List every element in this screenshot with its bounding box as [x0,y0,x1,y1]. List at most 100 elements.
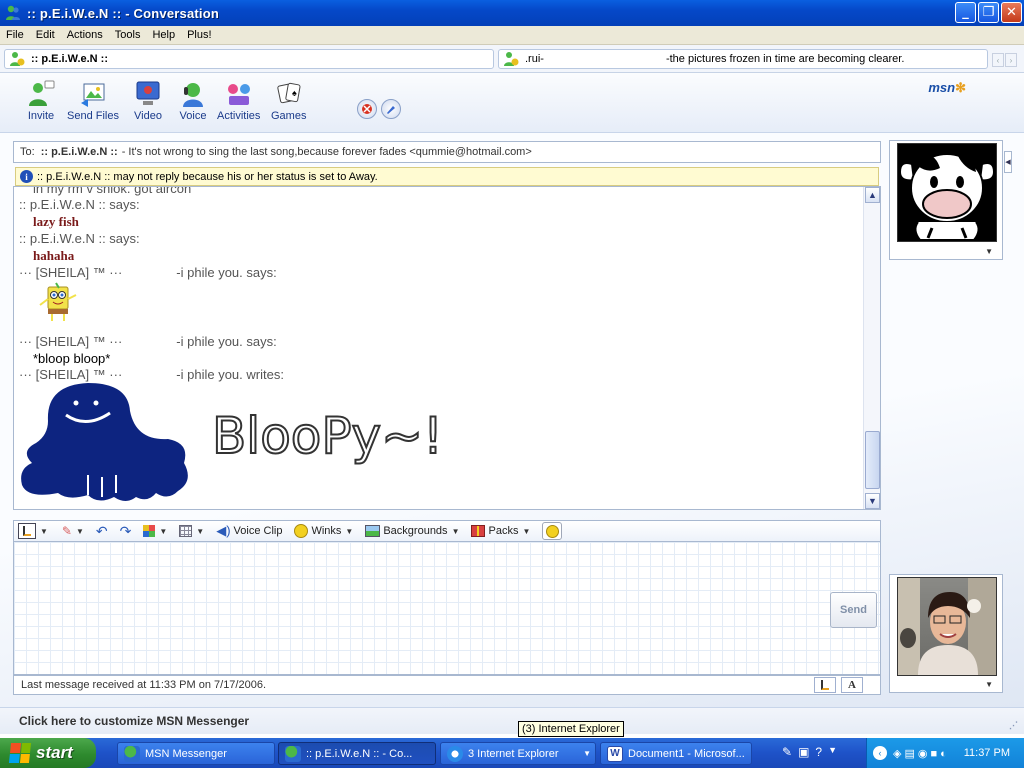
minimize-button[interactable]: _ [955,2,976,23]
video-button[interactable]: Video [133,79,163,122]
emoticon-button[interactable] [542,522,563,540]
tray-expand-icon[interactable]: ‹ [873,746,887,760]
customize-link[interactable]: Click here to customize MSN Messenger [19,714,249,728]
games-button[interactable]: ♠ Games [271,79,306,122]
taskbar: start MSN Messenger :: p.E.i.W.e.N :: - … [0,738,1024,768]
backgrounds-button[interactable]: Backgrounds ▼ [365,525,459,537]
scroll-thumb[interactable] [865,431,880,489]
away-notice: i :: p.E.i.W.e.N :: may not reply becaus… [15,167,879,186]
video-icon [136,81,160,105]
chevron-down-icon[interactable]: ▼ [828,745,837,759]
chat-icon[interactable]: ▣ [798,745,809,759]
taskbar-item-word[interactable]: W Document1 - Microsof... [600,742,752,765]
voice-clip-button[interactable]: ◀) Voice Clip [216,523,282,539]
palette-icon [143,525,156,537]
start-button[interactable]: start [0,738,96,768]
butterfly-icon: ✻ [955,80,966,95]
taskbar-item-internet-explorer[interactable]: 3 Internet Explorer ▼ [440,742,596,765]
maximize-button[interactable]: ❐ [978,2,999,23]
scroll-up-icon[interactable]: ▲ [865,187,880,203]
history-sender: ··· [SHEILA] ™ ··· -i phile you. says: [19,265,277,280]
notice-text: :: p.E.i.W.e.N :: may not reply because … [37,170,378,183]
pen-icon [387,106,395,114]
redo-button[interactable]: ↷ [120,523,132,540]
menu-actions[interactable]: Actions [61,29,109,41]
chevron-down-icon: ▼ [583,749,591,758]
wink-icon [294,524,309,538]
chevron-down-icon[interactable]: ▼ [985,247,993,256]
contacts-scroll-right-icon[interactable]: › [1005,53,1017,67]
send-files-button[interactable]: Send Files [67,79,119,122]
gift-icon [471,525,486,537]
chevron-down-icon: ▼ [451,526,460,536]
to-label: To: [20,146,35,158]
chevron-down-icon: ▼ [196,526,205,536]
speaker-icon: ◀) [216,523,231,538]
handwriting-button[interactable]: ▼ [18,523,48,539]
customize-bar[interactable]: Click here to customize MSN Messenger ⋰ [0,707,1024,734]
menu-tools[interactable]: Tools [109,29,147,41]
landscape-icon [365,525,381,537]
msn-buddy-icon [285,745,301,762]
contact-primary[interactable]: :: p.E.i.W.e.N :: [4,49,494,69]
clock: 11:37 PM [963,747,1010,759]
collapse-pane-icon[interactable]: ◀ [1004,151,1012,173]
pen-tool-icon[interactable]: ✎ [782,745,792,759]
taskbar-item-conversation[interactable]: :: p.E.i.W.e.N :: - Co... [278,742,436,765]
games-icon: ♠ [277,82,301,104]
invite-button[interactable]: Invite [26,79,56,122]
buddy-status-icon [504,52,519,66]
block-button[interactable] [357,99,377,119]
drawing-text: BlooPy~! [212,407,438,465]
menu-edit[interactable]: Edit [30,29,61,41]
to-message: - It's not wrong to sing the last song,b… [121,146,532,158]
contact-secondary-name: .rui- [525,53,544,65]
message-history[interactable]: in my rm v shiok. got aircon :: p.E.i.W.… [13,186,881,510]
history-message: *bloop bloop* [33,351,111,366]
resize-grip-icon[interactable]: ⋰ [1009,720,1018,731]
title-bar[interactable]: :: p.E.i.W.e.N :: - Conversation _ ❐ ✕ [0,0,1024,26]
menu-file[interactable]: File [0,29,30,41]
chevron-down-icon: ▼ [345,526,354,536]
buddy-status-icon [10,52,25,66]
contacts-scroll-left-icon[interactable]: ‹ [992,53,1004,67]
undo-button[interactable]: ↶ [96,523,108,540]
own-display-picture-frame: ▼ [889,574,1003,693]
history-sender: :: p.E.i.W.e.N :: says: [19,197,140,212]
text-mode-button[interactable]: A [841,677,863,693]
history-sender: :: p.E.i.W.e.N :: says: [19,231,140,246]
history-message: hahaha [33,248,75,263]
system-tray: ‹ ◈▤◉■◐ 11:37 PM [866,738,1024,768]
change-font-button[interactable] [381,99,401,119]
winks-button[interactable]: Winks ▼ [294,524,353,538]
scroll-down-icon[interactable]: ▼ [865,493,880,509]
contact-display-picture-frame: ▼ [889,140,1003,260]
message-input[interactable] [13,542,881,675]
close-button[interactable]: ✕ [1001,2,1022,23]
internet-explorer-icon [447,745,463,762]
pen-icon [18,523,36,539]
help-icon[interactable]: ? [815,745,822,759]
last-message-status: Last message received at 11:33 PM on 7/1… [21,679,267,691]
own-display-picture[interactable] [897,577,997,676]
menu-help[interactable]: Help [146,29,181,41]
voice-button[interactable]: Voice [178,79,208,122]
eraser-button[interactable]: ✎ ▼ [62,524,84,538]
menu-plus[interactable]: Plus! [181,29,217,41]
color-button[interactable]: ▼ [143,525,167,537]
contact-secondary[interactable]: .rui- -the pictures frozen in time are b… [498,49,988,69]
send-button[interactable]: Send [830,592,877,628]
ink-drawing: BlooPy~! [21,383,438,501]
menu-bar: File Edit Actions Tools Help Plus! [0,26,1024,45]
contact-secondary-message: -the pictures frozen in time are becomin… [665,53,905,65]
handwriting-mode-button[interactable] [814,677,836,693]
redo-icon: ↷ [119,522,132,539]
packs-button[interactable]: Packs ▼ [471,525,530,537]
grid-button[interactable]: ▼ [179,525,204,537]
activities-button[interactable]: Activities [217,79,260,122]
tray-icons[interactable]: ◈▤◉■◐ [893,747,950,760]
history-scrollbar[interactable]: ▲ ▼ [863,187,880,509]
contact-display-picture[interactable] [897,143,997,242]
chevron-down-icon[interactable]: ▼ [985,680,993,689]
taskbar-item-msn[interactable]: MSN Messenger [117,742,275,765]
